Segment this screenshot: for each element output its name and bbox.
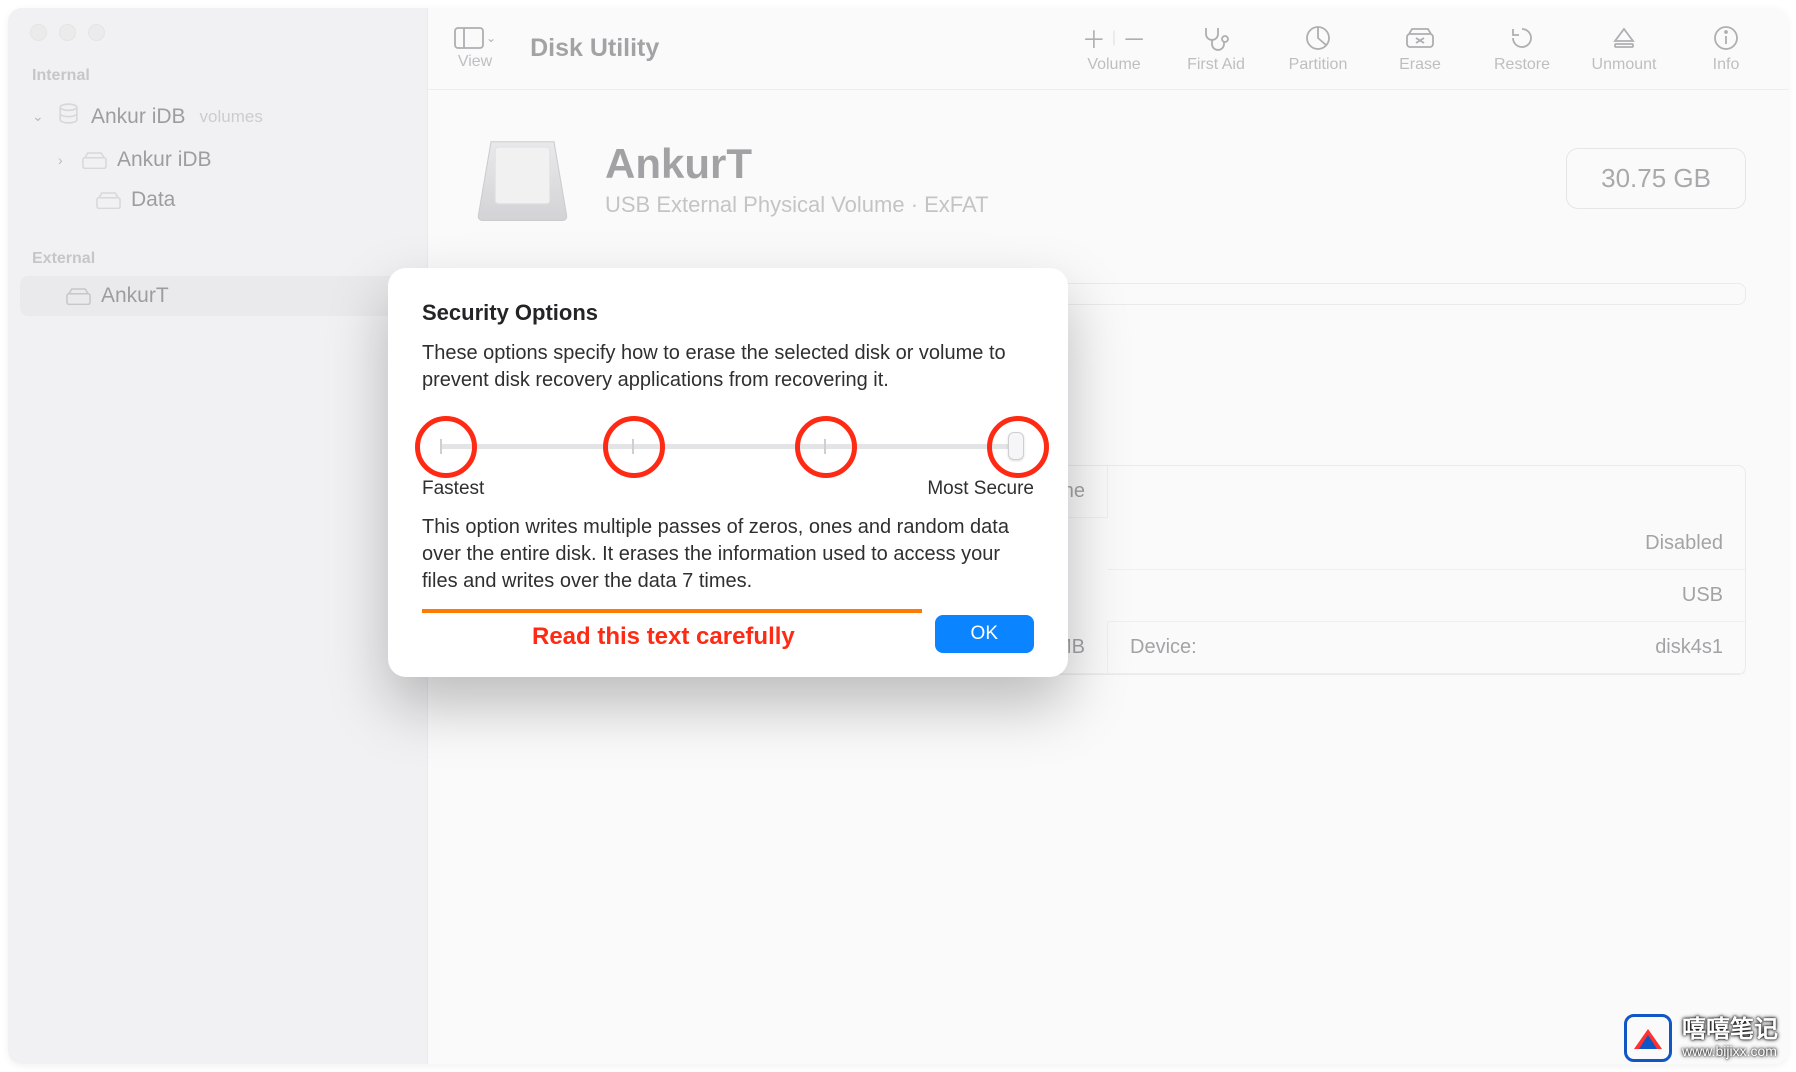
info-icon	[1713, 24, 1739, 52]
toolbar-label: Partition	[1289, 56, 1348, 74]
info-value: Disabled	[1645, 532, 1723, 555]
slider-track	[440, 444, 1016, 449]
dialog-title: Security Options	[422, 300, 1034, 326]
eject-icon	[1612, 24, 1636, 52]
sidebar-toggle-icon: ⌄	[454, 27, 496, 49]
minimize-icon[interactable]	[59, 24, 76, 41]
toolbar-info[interactable]: Info	[1690, 24, 1762, 74]
piechart-icon	[1305, 24, 1331, 52]
chevron-down-icon: ⌄	[32, 108, 46, 125]
ok-button[interactable]: OK	[935, 615, 1034, 653]
plus-icon: ＋	[1082, 20, 1106, 55]
annotation-circle	[603, 416, 665, 478]
annotation-underline	[422, 609, 922, 613]
slider-label-right: Most Secure	[927, 478, 1034, 500]
info-row-smart-v: S.M.A.R.T. status: Disabled	[1108, 518, 1745, 570]
toolbar-label: Volume	[1087, 56, 1140, 74]
sidebar-item-label: AnkurT	[101, 284, 169, 308]
sidebar-item-ankurt[interactable]: AnkurT	[20, 276, 415, 316]
sidebar-item-label: Ankur iDB	[117, 148, 212, 172]
watermark-line2: www.bijixx.com	[1682, 1044, 1778, 1059]
info-row-device: Device: disk4s1	[1108, 622, 1745, 674]
watermark: 嘻嘻笔记 www.bijixx.com	[1624, 1014, 1778, 1062]
toolbar-partition[interactable]: Partition	[1282, 24, 1354, 74]
toolbar-unmount[interactable]: Unmount	[1588, 24, 1660, 74]
external-drive-icon	[470, 126, 575, 231]
volume-capacity-badge: 30.75 GB	[1566, 148, 1746, 209]
sidebar-item-label: Data	[131, 188, 175, 212]
annotation-circle	[987, 416, 1049, 478]
app-window: Internal ⌄ Ankur iDB volumes › Ankur iDB…	[8, 8, 1788, 1064]
erase-icon	[1405, 24, 1435, 52]
toolbar-label: Info	[1713, 56, 1740, 74]
toolbar-label: Unmount	[1592, 56, 1657, 74]
annotation-circle	[795, 416, 857, 478]
chevron-right-icon: ›	[58, 152, 72, 168]
volume-title: AnkurT	[605, 140, 989, 188]
sidebar: Internal ⌄ Ankur iDB volumes › Ankur iDB…	[8, 8, 428, 1064]
close-icon[interactable]	[30, 24, 47, 41]
volume-subtitle: USB External Physical Volume · ExFAT	[605, 192, 989, 218]
toolbar-view[interactable]: ⌄ View	[454, 27, 496, 71]
minus-icon: －	[1122, 20, 1146, 55]
watermark-line1: 嘻嘻笔记	[1682, 1017, 1778, 1043]
dialog-intro: These options specify how to erase the s…	[422, 340, 1034, 394]
annotation-circle	[415, 416, 477, 478]
toolbar-label: First Aid	[1187, 56, 1245, 74]
slider-label-left: Fastest	[422, 478, 484, 500]
security-options-dialog: Security Options These options specify h…	[388, 268, 1068, 677]
volumes-tag: volumes	[200, 107, 263, 127]
toolbar-restore[interactable]: Restore	[1486, 24, 1558, 74]
window-controls	[8, 20, 427, 61]
app-title: Disk Utility	[530, 34, 659, 63]
stethoscope-icon	[1201, 24, 1231, 52]
fullscreen-icon[interactable]	[88, 24, 105, 41]
disk-icon	[96, 191, 121, 209]
info-key: Device:	[1130, 636, 1197, 659]
watermark-icon	[1624, 1014, 1672, 1062]
toolbar-view-label: View	[458, 53, 492, 71]
info-value: USB	[1682, 584, 1723, 607]
sidebar-item-ankur-idb[interactable]: › Ankur iDB	[8, 140, 427, 180]
toolbar-erase[interactable]: Erase	[1384, 24, 1456, 74]
toolbar-firstaid[interactable]: First Aid	[1180, 24, 1252, 74]
sidebar-item-data[interactable]: Data	[8, 180, 427, 220]
sidebar-section-external: External	[8, 244, 427, 276]
disk-stack-icon	[56, 101, 81, 132]
toolbar-label: Restore	[1494, 56, 1550, 74]
sidebar-section-internal: Internal	[8, 61, 427, 93]
security-slider[interactable]	[422, 422, 1034, 470]
toolbar: ⌄ View Disk Utility ＋ | － Volume	[428, 8, 1788, 90]
toolbar-volume[interactable]: ＋ | － Volume	[1078, 24, 1150, 74]
sidebar-item-ankur-idb-root[interactable]: ⌄ Ankur iDB volumes	[8, 93, 427, 140]
dialog-description: This option writes multiple passes of ze…	[422, 514, 1034, 595]
toolbar-label: Erase	[1399, 56, 1441, 74]
info-row-conn: Connection: USB	[1108, 570, 1745, 622]
info-value: disk4s1	[1655, 636, 1723, 659]
restore-icon	[1509, 24, 1535, 52]
disk-icon	[82, 151, 107, 169]
disk-icon	[66, 287, 91, 305]
sidebar-item-label: Ankur iDB	[91, 105, 186, 129]
